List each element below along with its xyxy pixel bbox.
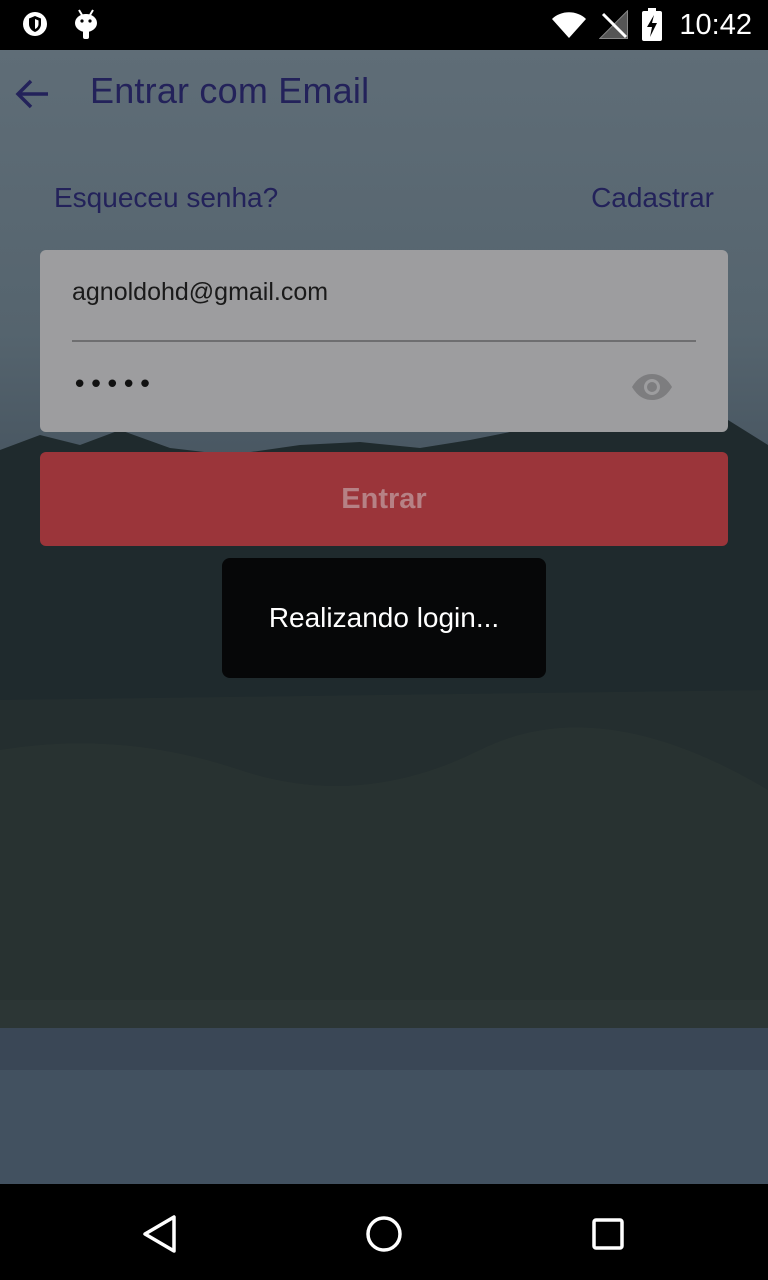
no-signal-icon bbox=[599, 10, 629, 39]
circle-home-icon[interactable] bbox=[362, 1212, 406, 1256]
android-icon bbox=[75, 9, 97, 39]
status-bar: 10:42 bbox=[0, 0, 768, 50]
status-time: 10:42 bbox=[679, 8, 752, 41]
toast-text: Realizando login... bbox=[268, 602, 500, 633]
field-divider bbox=[72, 340, 696, 342]
arrow-back-icon[interactable] bbox=[12, 76, 52, 112]
shield-icon bbox=[23, 12, 47, 36]
login-button-label: Entrar bbox=[341, 482, 427, 515]
triangle-back-icon[interactable] bbox=[138, 1212, 182, 1256]
wifi-icon bbox=[552, 12, 587, 38]
login-form-card: agnoldohd@gmail.com ••••• bbox=[40, 250, 728, 432]
password-field[interactable]: ••••• bbox=[72, 370, 154, 400]
login-button[interactable]: Entrar bbox=[40, 452, 728, 546]
page-title: Entrar com Email bbox=[90, 70, 370, 111]
register-link[interactable]: Cadastrar bbox=[591, 182, 714, 214]
navigation-bar bbox=[0, 1184, 768, 1280]
app-screen: Entrar com Email Esqueceu senha? Cadastr… bbox=[0, 50, 768, 1184]
battery-charging-icon bbox=[642, 8, 663, 41]
eye-icon[interactable] bbox=[630, 373, 674, 401]
email-field[interactable]: agnoldohd@gmail.com bbox=[72, 278, 672, 307]
forgot-password-link[interactable]: Esqueceu senha? bbox=[54, 182, 278, 214]
toast-message: Realizando login... bbox=[222, 558, 546, 678]
square-recents-icon[interactable] bbox=[586, 1212, 630, 1256]
